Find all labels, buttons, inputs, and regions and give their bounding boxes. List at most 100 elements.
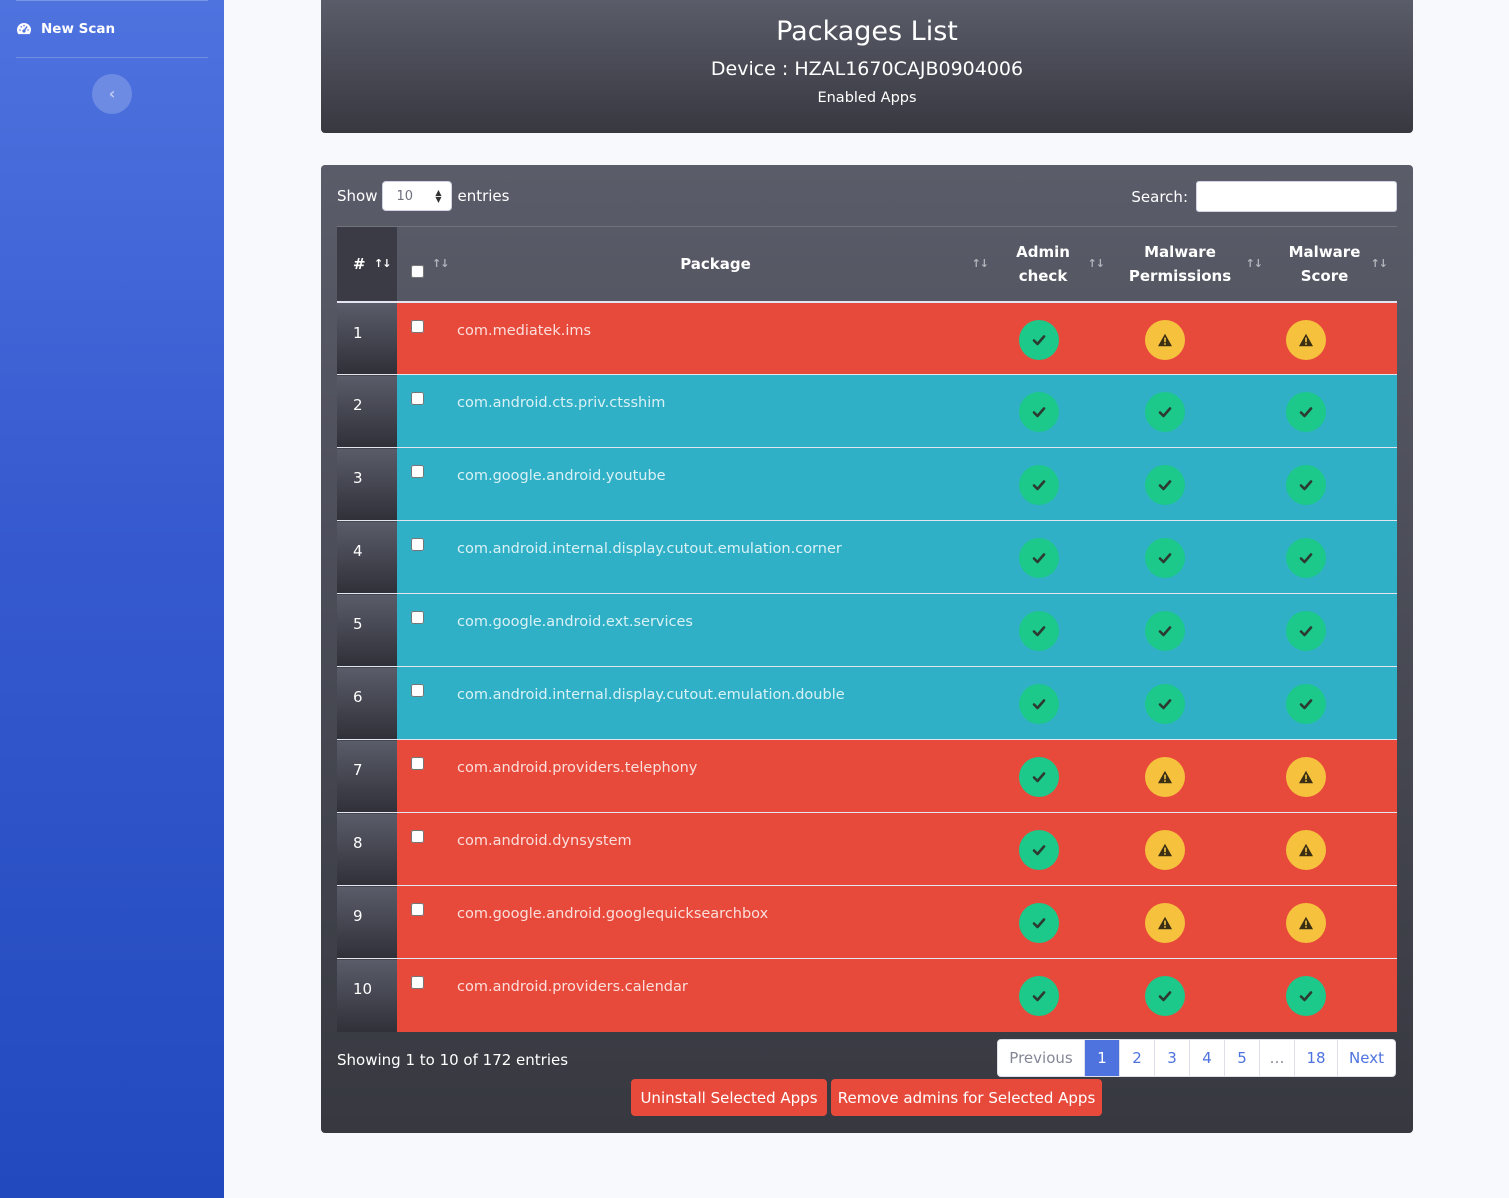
row-checkbox[interactable] — [411, 392, 424, 405]
malware-permissions-cell — [1122, 885, 1270, 959]
row-checkbox[interactable] — [411, 538, 424, 551]
row-number: 9 — [337, 885, 397, 959]
packages-header-card: Packages List Device : HZAL1670CAJB09040… — [321, 0, 1413, 133]
malware-score-cell — [1270, 520, 1397, 594]
check-circle-icon — [1286, 392, 1326, 432]
column-header-package[interactable]: Package ↑↓ — [457, 226, 994, 302]
row-number: 1 — [337, 301, 397, 375]
check-circle-icon — [1019, 392, 1059, 432]
row-number: 10 — [337, 958, 397, 1032]
admin-check-cell — [994, 593, 1122, 667]
entries-label: entries — [457, 187, 510, 205]
page-link-5[interactable]: 5 — [1224, 1040, 1259, 1076]
column-header-label: Malware — [1144, 242, 1216, 261]
row-select-cell — [397, 374, 457, 448]
table-row: 1 com.mediatek.ims — [337, 301, 1397, 375]
malware-permissions-cell — [1122, 374, 1270, 448]
column-header-label: Malware — [1288, 242, 1361, 261]
page-link-1[interactable]: 1 — [1084, 1040, 1119, 1076]
row-number: 2 — [337, 374, 397, 448]
row-select-cell — [397, 593, 457, 667]
row-select-cell — [397, 666, 457, 740]
malware-permissions-cell — [1122, 666, 1270, 740]
search-input[interactable] — [1196, 181, 1397, 212]
table-row: 6 com.android.internal.display.cutout.emu… — [337, 666, 1397, 740]
remove-admins-button[interactable]: Remove admins for Selected Apps — [831, 1079, 1102, 1116]
column-header-label: Score — [1300, 266, 1349, 285]
search-control: Search: — [1131, 181, 1397, 212]
malware-score-cell — [1270, 958, 1397, 1032]
column-header-malware-permissions[interactable]: Malware Permissions ↑↓ — [1122, 226, 1270, 302]
malware-permissions-cell — [1122, 739, 1270, 813]
check-circle-icon — [1145, 684, 1185, 724]
package-name: com.android.internal.display.cutout.emul… — [457, 666, 994, 740]
warning-circle-icon — [1286, 830, 1326, 870]
check-circle-icon — [1019, 903, 1059, 943]
page-link-3[interactable]: 3 — [1154, 1040, 1189, 1076]
uninstall-selected-button[interactable]: Uninstall Selected Apps — [631, 1079, 827, 1116]
warning-circle-icon — [1286, 903, 1326, 943]
select-all-checkbox[interactable] — [411, 265, 424, 278]
check-circle-icon — [1019, 830, 1059, 870]
table-info: Showing 1 to 10 of 172 entries — [337, 1051, 569, 1069]
package-name: com.google.android.ext.services — [457, 593, 994, 667]
pagination-previous[interactable]: Previous — [998, 1040, 1084, 1076]
row-checkbox[interactable] — [411, 903, 424, 916]
sort-icon: ↑↓ — [374, 256, 391, 270]
warning-circle-icon — [1286, 757, 1326, 797]
warning-circle-icon — [1145, 319, 1185, 360]
sort-icon: ↑↓ — [1087, 256, 1105, 270]
column-header-label: Permissions — [1128, 266, 1232, 285]
table-row: 3 com.google.android.youtube — [337, 447, 1397, 521]
row-checkbox[interactable] — [411, 830, 424, 843]
chevron-left-icon: ‹ — [108, 84, 116, 103]
row-checkbox[interactable] — [411, 976, 424, 989]
check-circle-icon — [1286, 538, 1326, 578]
row-select-cell — [397, 301, 457, 375]
row-checkbox[interactable] — [411, 684, 424, 697]
admin-check-cell — [994, 666, 1122, 740]
device-label: Device : HZAL1670CAJB0904006 — [710, 58, 1024, 80]
row-checkbox[interactable] — [411, 465, 424, 478]
sort-icon: ↑↓ — [1245, 256, 1263, 270]
row-checkbox[interactable] — [411, 611, 424, 624]
packages-table-card: Show 10 ▲ ▼ entries Search: # ↑↓ ↑↓ Pack… — [321, 165, 1413, 1133]
warning-circle-icon — [1286, 319, 1326, 360]
table-row: 4 com.android.internal.display.cutout.emu… — [337, 520, 1397, 594]
sidebar-toggle-button[interactable]: ‹ — [92, 74, 132, 114]
table-row: 7 com.android.providers.telephony — [337, 739, 1397, 813]
malware-score-cell — [1270, 301, 1397, 375]
sidebar-item-new-scan[interactable]: New Scan — [16, 16, 115, 42]
sidebar-item-label: New Scan — [41, 21, 116, 37]
row-select-cell — [397, 812, 457, 886]
row-number: 6 — [337, 666, 397, 740]
malware-permissions-cell — [1122, 520, 1270, 594]
pagination-next[interactable]: Next — [1337, 1040, 1395, 1076]
malware-permissions-cell — [1122, 593, 1270, 667]
sort-icon: ↑↓ — [432, 256, 449, 270]
row-checkbox[interactable] — [411, 319, 424, 333]
package-name: com.mediatek.ims — [457, 301, 994, 375]
check-circle-icon — [1145, 538, 1185, 578]
package-name: com.google.android.youtube — [457, 447, 994, 521]
check-circle-icon — [1286, 976, 1326, 1016]
column-header-select[interactable]: ↑↓ — [397, 226, 457, 302]
malware-score-cell — [1270, 885, 1397, 959]
page-link-4[interactable]: 4 — [1189, 1040, 1224, 1076]
column-header-malware-score[interactable]: Malware Score ↑↓ — [1270, 226, 1397, 302]
page-link-18[interactable]: 18 — [1294, 1040, 1337, 1076]
warning-circle-icon — [1145, 830, 1185, 870]
page-link-2[interactable]: 2 — [1119, 1040, 1154, 1076]
malware-score-cell — [1270, 666, 1397, 740]
pagination-ellipsis: … — [1259, 1040, 1294, 1076]
entries-select[interactable]: 10 ▲ ▼ — [382, 181, 453, 211]
row-number: 4 — [337, 520, 397, 594]
row-select-cell — [397, 520, 457, 594]
package-name: com.android.dynsystem — [457, 812, 994, 886]
column-header-admin-check[interactable]: Admin check ↑↓ — [994, 226, 1122, 302]
check-circle-icon — [1145, 465, 1185, 505]
entries-length-control: Show 10 ▲ ▼ entries — [337, 181, 509, 211]
row-checkbox[interactable] — [411, 757, 424, 770]
sidebar: New Scan ‹ — [0, 0, 224, 1198]
column-header-number[interactable]: # ↑↓ — [337, 226, 397, 302]
